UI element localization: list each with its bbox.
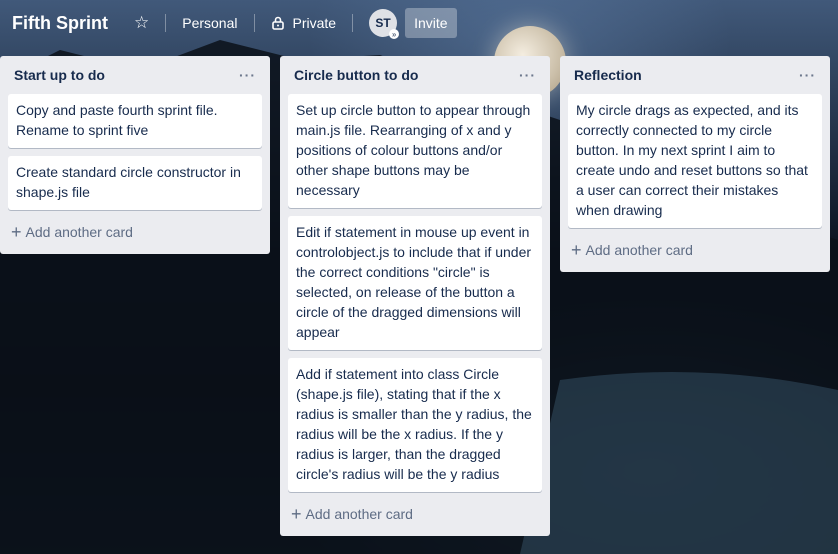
visibility-button[interactable]: Private	[263, 8, 345, 38]
avatar-initials: ST	[375, 16, 391, 30]
add-card-label: Add another card	[305, 506, 413, 522]
card[interactable]: Edit if statement in mouse up event in c…	[288, 216, 542, 350]
list-menu-icon[interactable]: ···	[239, 67, 256, 83]
list-start-up-to-do: Start up to do ··· Copy and paste fourth…	[0, 56, 270, 254]
plus-icon: +	[291, 504, 302, 524]
board-title[interactable]: Fifth Sprint	[12, 13, 108, 34]
list-title[interactable]: Reflection	[574, 67, 642, 83]
star-icon[interactable]: ☆	[126, 8, 157, 38]
card[interactable]: Copy and paste fourth sprint file. Renam…	[8, 94, 262, 148]
add-card-label: Add another card	[585, 242, 693, 258]
card[interactable]: Create standard circle constructor in sh…	[8, 156, 262, 210]
list-header: Start up to do ···	[8, 56, 262, 94]
list-title[interactable]: Circle button to do	[294, 67, 418, 83]
header-divider	[165, 14, 167, 32]
visibility-label: Private	[292, 15, 337, 31]
add-card-button[interactable]: + Add another card	[8, 218, 262, 246]
list-circle-button-to-do: Circle button to do ··· Set up circle bu…	[280, 56, 550, 536]
admin-chevron-icon: »	[389, 29, 400, 39]
board-header: Fifth Sprint ☆ Personal Private ST » Inv…	[0, 0, 838, 46]
list-reflection: Reflection ··· My circle drags as expect…	[560, 56, 830, 272]
list-menu-icon[interactable]: ···	[519, 67, 536, 83]
add-card-button[interactable]: + Add another card	[568, 236, 822, 264]
add-card-label: Add another card	[25, 224, 133, 240]
avatar[interactable]: ST »	[369, 9, 400, 39]
list-menu-icon[interactable]: ···	[799, 67, 816, 83]
list-header: Circle button to do ···	[288, 56, 542, 94]
workspace-button[interactable]: Personal	[174, 8, 245, 38]
header-divider	[253, 14, 255, 32]
list-title[interactable]: Start up to do	[14, 67, 105, 83]
plus-icon: +	[11, 222, 22, 242]
add-card-button[interactable]: + Add another card	[288, 500, 542, 528]
card[interactable]: Add if statement into class Circle (shap…	[288, 358, 542, 492]
header-divider	[352, 14, 354, 32]
card[interactable]: Set up circle button to appear through m…	[288, 94, 542, 208]
card[interactable]: My circle drags as expected, and its cor…	[568, 94, 822, 228]
plus-icon: +	[571, 240, 582, 260]
invite-button[interactable]: Invite	[405, 8, 457, 38]
lock-icon	[271, 16, 284, 30]
list-header: Reflection ···	[568, 56, 822, 94]
